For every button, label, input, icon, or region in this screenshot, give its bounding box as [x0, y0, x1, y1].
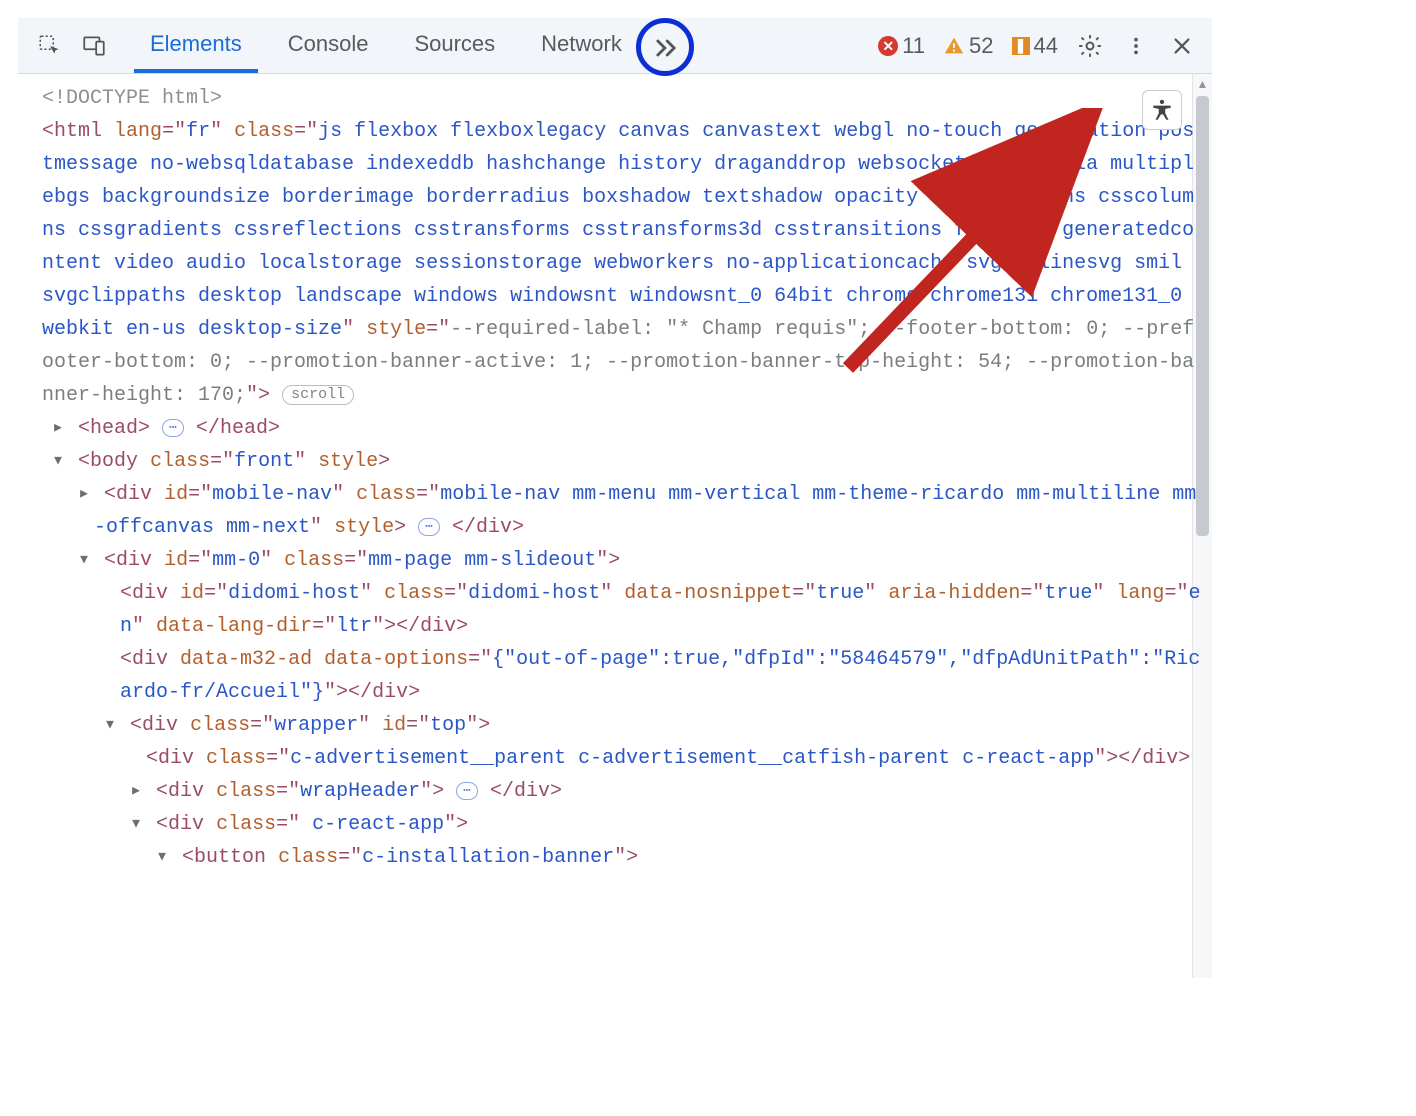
- more-options-button[interactable]: [1116, 26, 1156, 66]
- toolbar-right: ✕ 11 52 ❚ 44: [872, 26, 1202, 66]
- expand-toggle[interactable]: [52, 412, 66, 445]
- warnings-indicator[interactable]: 52: [937, 33, 999, 59]
- tab-label: Elements: [150, 31, 242, 57]
- dom-body-open[interactable]: <body class="front" style>: [42, 445, 1202, 478]
- tab-label: Sources: [414, 31, 495, 57]
- accessibility-tree-button[interactable]: [1142, 90, 1182, 130]
- warnings-count: 52: [969, 33, 993, 59]
- tab-elements[interactable]: Elements: [134, 18, 258, 73]
- expand-toggle[interactable]: [52, 445, 66, 478]
- gear-icon: [1077, 33, 1103, 59]
- dom-wrapheader[interactable]: <div class="wrapHeader"> ⋯ </div>: [42, 775, 1202, 808]
- expand-toggle[interactable]: [104, 709, 118, 742]
- issues-indicator[interactable]: ❚ 44: [1006, 33, 1064, 59]
- dom-mobile-nav[interactable]: <div id="mobile-nav" class="mobile-nav m…: [42, 478, 1202, 544]
- dom-html-open[interactable]: <html lang="fr" class="js flexbox flexbo…: [42, 115, 1202, 412]
- tab-network[interactable]: Network: [525, 18, 638, 73]
- dom-reactapp[interactable]: <div class=" c-react-app">: [42, 808, 1202, 841]
- devtools-panel: Elements Console Sources Network ✕ 11 52: [18, 18, 1212, 978]
- devtools-toolbar: Elements Console Sources Network ✕ 11 52: [18, 18, 1212, 74]
- ellipsis-badge[interactable]: ⋯: [162, 419, 184, 437]
- expand-toggle[interactable]: [78, 544, 92, 577]
- device-toolbar-icon[interactable]: [72, 24, 116, 68]
- accessibility-icon: [1149, 97, 1175, 123]
- inspect-element-icon[interactable]: [28, 24, 72, 68]
- dom-mm0[interactable]: <div id="mm-0" class="mm-page mm-slideou…: [42, 544, 1202, 577]
- close-icon: [1171, 35, 1193, 57]
- dom-install-button[interactable]: <button class="c-installation-banner">: [42, 841, 1202, 874]
- error-icon: ✕: [878, 36, 898, 56]
- elements-dom-tree[interactable]: <!DOCTYPE html> <html lang="fr" class="j…: [18, 74, 1212, 884]
- settings-button[interactable]: [1070, 26, 1110, 66]
- expand-toggle[interactable]: [78, 478, 92, 511]
- close-devtools-button[interactable]: [1162, 26, 1202, 66]
- tab-console[interactable]: Console: [272, 18, 385, 73]
- dom-didomi[interactable]: <div id="didomi-host" class="didomi-host…: [42, 577, 1202, 643]
- tab-label: Console: [288, 31, 369, 57]
- tab-sources[interactable]: Sources: [398, 18, 511, 73]
- errors-count: 11: [902, 33, 925, 59]
- kebab-icon: [1125, 35, 1147, 57]
- tab-label: Network: [541, 31, 622, 57]
- tab-strip: Elements Console Sources Network: [134, 18, 638, 73]
- dom-wrapper[interactable]: <div class="wrapper" id="top">: [42, 709, 1202, 742]
- dom-head[interactable]: <head> ⋯ </head>: [42, 412, 1202, 445]
- dom-doctype[interactable]: <!DOCTYPE html>: [42, 82, 1202, 115]
- dom-advert[interactable]: <div class="c-advertisement__parent c-ad…: [42, 742, 1202, 775]
- scroll-badge[interactable]: scroll: [282, 385, 354, 405]
- errors-indicator[interactable]: ✕ 11: [872, 33, 931, 59]
- expand-toggle[interactable]: [130, 808, 144, 841]
- dom-m32-ad[interactable]: <div data-m32-ad data-options="{"out-of-…: [42, 643, 1202, 709]
- expand-toggle[interactable]: [130, 775, 144, 808]
- issues-count: 44: [1034, 33, 1058, 59]
- chevron-double-right-icon: [652, 34, 680, 62]
- warning-icon: [943, 35, 965, 57]
- issue-flag-icon: ❚: [1012, 37, 1030, 55]
- expand-toggle[interactable]: [156, 841, 170, 874]
- ellipsis-badge[interactable]: ⋯: [456, 782, 478, 800]
- more-tabs-button[interactable]: [642, 24, 690, 72]
- ellipsis-badge[interactable]: ⋯: [418, 518, 440, 536]
